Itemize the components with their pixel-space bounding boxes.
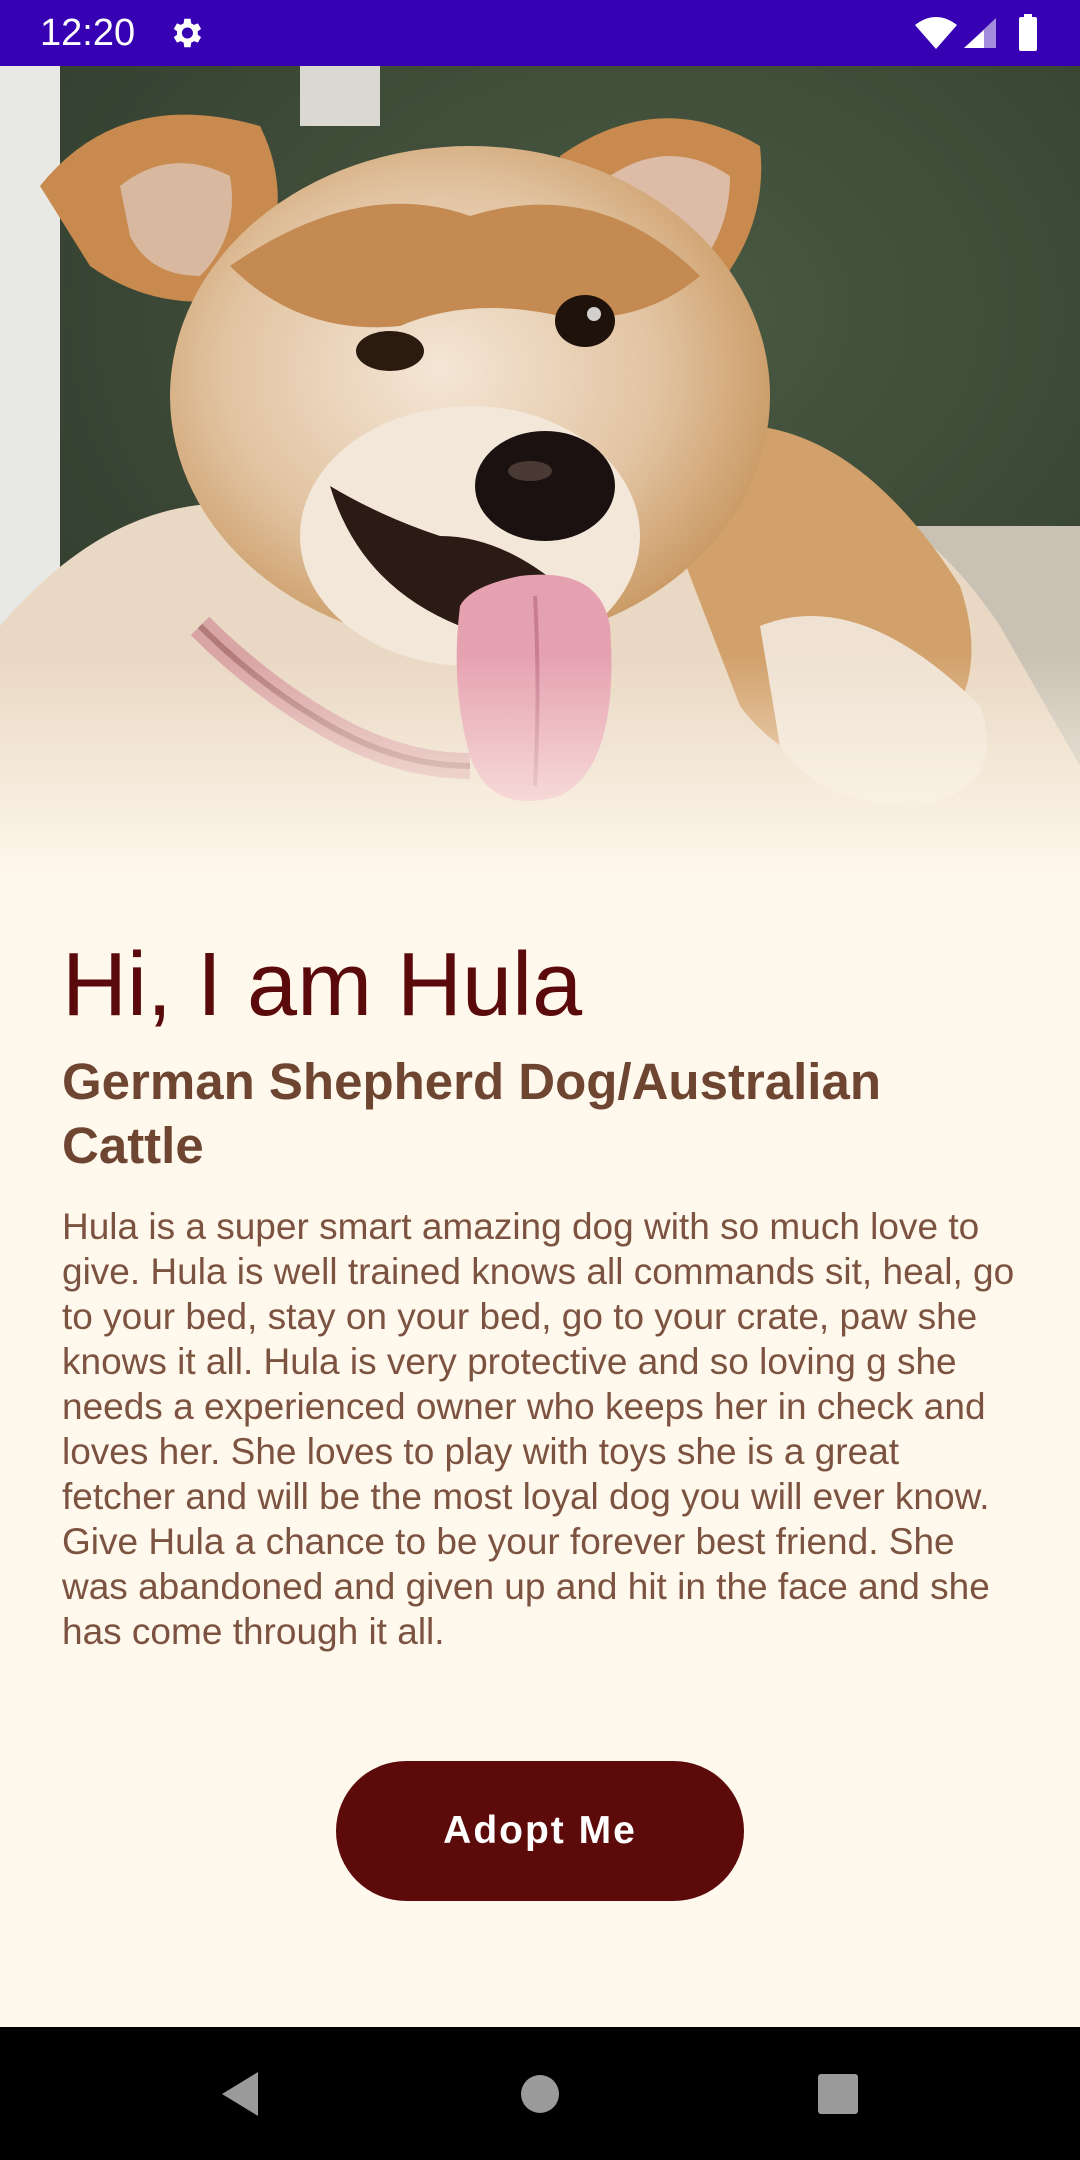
home-icon [521, 2074, 559, 2113]
signal-icon [964, 18, 996, 48]
status-time: 12:20 [40, 12, 136, 54]
home-button[interactable] [480, 2027, 600, 2160]
back-icon [222, 2071, 258, 2116]
pet-description: Hula is a super smart amazing dog with s… [62, 1206, 1015, 1652]
gear-icon [173, 18, 202, 48]
adopt-me-button[interactable]: Adopt Me [336, 1761, 744, 1901]
battery-icon [1019, 14, 1037, 51]
pet-detail-screen: 12:20 Hi, I am Hula German Shepherd Dog/… [0, 0, 1080, 2160]
navigation-bar [0, 2027, 1080, 2160]
pet-greeting: Hi, I am Hula [62, 935, 583, 1035]
pet-breed: German Shepherd Dog/Australian Cattle [62, 1053, 881, 1174]
back-button[interactable] [180, 2027, 300, 2160]
wifi-icon [915, 17, 957, 49]
status-bar: 12:20 [0, 0, 1080, 66]
pet-info: Hi, I am Hula German Shepherd Dog/Austra… [62, 930, 1022, 1654]
recents-icon [818, 2073, 858, 2114]
dog-photo [0, 66, 1080, 882]
recents-button[interactable] [778, 2027, 898, 2160]
